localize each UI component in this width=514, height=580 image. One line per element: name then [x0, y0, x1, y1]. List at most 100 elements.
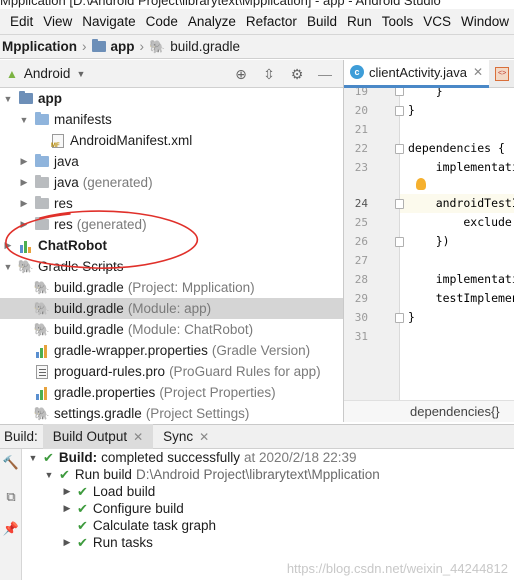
- close-icon[interactable]: ✕: [133, 430, 143, 444]
- tree-item-chatrobot[interactable]: ▶ ChatRobot: [0, 235, 343, 256]
- menu-tools[interactable]: Tools: [377, 14, 419, 29]
- project-panel-header: ▲ Android ▼ ⊕ ⇳ ⚙ —: [0, 60, 343, 88]
- tree-item-label: java: [54, 154, 79, 169]
- tree-item-java[interactable]: ▶ java: [0, 151, 343, 172]
- close-icon[interactable]: ✕: [473, 65, 483, 79]
- build-row-path: D:\Android Project\librarytext\Mpplicati…: [135, 467, 380, 482]
- expand-arrow-icon[interactable]: ▶: [18, 156, 30, 167]
- editor-breadcrumb[interactable]: dependencies{}: [344, 400, 514, 422]
- code-editor[interactable]: 19 20 21 22 23 24 25 26 27 28 29 30 31 }…: [344, 88, 514, 400]
- tab-build-output[interactable]: Build Output ✕: [42, 424, 154, 449]
- fold-marker[interactable]: [395, 88, 404, 96]
- expand-arrow-icon[interactable]: ▶: [18, 198, 30, 209]
- fold-marker[interactable]: [395, 237, 404, 247]
- tab-label: Build Output: [52, 429, 128, 444]
- tree-item-gradle-wrapper-properties[interactable]: gradle-wrapper.properties (Gradle Versio…: [0, 340, 343, 361]
- tree-item-label: manifests: [54, 112, 112, 127]
- tab-label: clientActivity.java: [369, 64, 468, 80]
- tree-item-proguard-rules[interactable]: proguard-rules.pro (ProGuard Rules for a…: [0, 361, 343, 382]
- menu-vcs[interactable]: VCS: [418, 14, 456, 29]
- tree-item-build-gradle-app[interactable]: 🐘 build.gradle (Module: app): [0, 298, 343, 319]
- lightbulb-icon[interactable]: [416, 178, 426, 190]
- build-row-run-tasks[interactable]: ▶ ✔ Run tasks: [61, 534, 153, 551]
- tree-item-app[interactable]: ▼ app: [0, 88, 343, 109]
- expand-arrow-icon[interactable]: ▶: [2, 240, 14, 251]
- fold-marker[interactable]: [395, 144, 404, 154]
- tree-item-build-gradle-chatrobot[interactable]: 🐘 build.gradle (Module: ChatRobot): [0, 319, 343, 340]
- build-row-configure-build[interactable]: ▶ ✔ Configure build: [61, 500, 184, 517]
- expand-arrow-icon[interactable]: ▶: [18, 177, 30, 188]
- generated-folder-icon: [34, 175, 50, 191]
- build-row-calculate-task-graph[interactable]: ✔ Calculate task graph: [77, 517, 216, 534]
- menu-build[interactable]: Build: [302, 14, 342, 29]
- expand-arrow-icon[interactable]: ▼: [43, 470, 55, 480]
- close-icon[interactable]: ✕: [199, 430, 209, 444]
- build-row-label: Run tasks: [92, 535, 153, 550]
- pin-icon[interactable]: 📌: [3, 521, 19, 537]
- expand-arrow-icon[interactable]: ▶: [61, 486, 73, 497]
- menu-view[interactable]: View: [38, 14, 77, 29]
- menu-code[interactable]: Code: [141, 14, 183, 29]
- menu-navigate[interactable]: Navigate: [77, 14, 140, 29]
- build-row-status[interactable]: ▼ ✔ Build: completed successfully at 202…: [27, 449, 357, 466]
- tab-client-activity[interactable]: c clientActivity.java ✕: [344, 59, 490, 88]
- tab-xml-file[interactable]: <>: [489, 60, 514, 88]
- tree-item-build-gradle-project[interactable]: 🐘 build.gradle (Project: Mpplication): [0, 277, 343, 298]
- breadcrumb-file[interactable]: 🐘 build.gradle: [145, 39, 244, 55]
- expand-arrow-icon[interactable]: ▶: [61, 503, 73, 514]
- text-file-icon: [34, 364, 50, 380]
- menu-edit[interactable]: Edit: [0, 14, 38, 29]
- breadcrumb-project[interactable]: Mpplication: [0, 39, 81, 54]
- tree-item-java-generated[interactable]: ▶ java (generated): [0, 172, 343, 193]
- locate-target-icon[interactable]: ⊕: [231, 64, 251, 84]
- tree-item-manifests[interactable]: ▼ manifests: [0, 109, 343, 130]
- tab-label: Sync: [163, 429, 194, 444]
- fold-marker[interactable]: [395, 313, 404, 323]
- check-icon: ✔: [59, 466, 70, 482]
- expand-arrow-icon[interactable]: ▼: [27, 453, 39, 463]
- tab-sync[interactable]: Sync ✕: [153, 424, 219, 449]
- tree-item-subtitle: (Project: Mpplication): [127, 280, 255, 295]
- tree-item-label: ChatRobot: [38, 238, 107, 253]
- collapse-all-icon[interactable]: ⇳: [259, 64, 279, 84]
- tree-item-label: app: [38, 91, 63, 106]
- tree-item-gradle-scripts[interactable]: ▼ 🐘 Gradle Scripts: [0, 256, 343, 277]
- line-number: 27: [354, 254, 368, 267]
- build-row-label: Configure build: [92, 501, 184, 516]
- breadcrumb-file-label: build.gradle: [170, 39, 241, 54]
- build-row-run-build[interactable]: ▼ ✔ Run build D:\Android Project\library…: [43, 466, 380, 483]
- project-view-label: Android: [23, 66, 71, 81]
- tree-item-subtitle: (generated): [76, 217, 147, 232]
- code-line: androidTestImp: [435, 196, 514, 210]
- menu-refactor[interactable]: Refactor: [241, 14, 302, 29]
- line-number: 30: [354, 311, 368, 324]
- menu-analyze[interactable]: Analyze: [183, 14, 241, 29]
- tree-item-gradle-properties[interactable]: gradle.properties (Project Properties): [0, 382, 343, 403]
- menu-run[interactable]: Run: [342, 14, 377, 29]
- build-panel-label: Build:: [4, 429, 38, 444]
- tree-item-res[interactable]: ▶ res: [0, 193, 343, 214]
- tree-item-res-generated[interactable]: ▶ res (generated): [0, 214, 343, 235]
- expand-arrow-icon[interactable]: ▶: [61, 537, 73, 548]
- expand-arrow-icon[interactable]: ▼: [18, 115, 30, 125]
- project-view-selector[interactable]: ▲ Android ▼: [0, 66, 85, 81]
- gradle-elephant-icon: 🐘: [33, 279, 51, 295]
- tree-item-androidmanifest[interactable]: AndroidManifest.xml: [0, 130, 343, 151]
- line-number: 26: [354, 235, 368, 248]
- expand-arrow-icon[interactable]: ▼: [2, 94, 14, 104]
- hammer-icon[interactable]: 🔨: [3, 455, 19, 471]
- tree-item-settings-gradle[interactable]: 🐘 settings.gradle (Project Settings): [0, 403, 343, 422]
- hide-panel-icon[interactable]: —: [315, 64, 335, 84]
- gear-icon[interactable]: ⚙: [287, 64, 307, 84]
- tree-item-label: res: [54, 196, 73, 211]
- fold-marker[interactable]: [395, 199, 404, 209]
- toggle-view-icon[interactable]: ⧉: [3, 489, 19, 505]
- xml-file-icon: <>: [495, 66, 510, 81]
- fold-marker[interactable]: [395, 106, 404, 116]
- expand-arrow-icon[interactable]: ▼: [2, 262, 14, 272]
- build-row-load-build[interactable]: ▶ ✔ Load build: [61, 483, 156, 500]
- menu-window[interactable]: Window: [456, 14, 514, 29]
- tree-item-label: Gradle Scripts: [38, 259, 124, 274]
- breadcrumb-module[interactable]: app: [88, 39, 139, 54]
- expand-arrow-icon[interactable]: ▶: [18, 219, 30, 230]
